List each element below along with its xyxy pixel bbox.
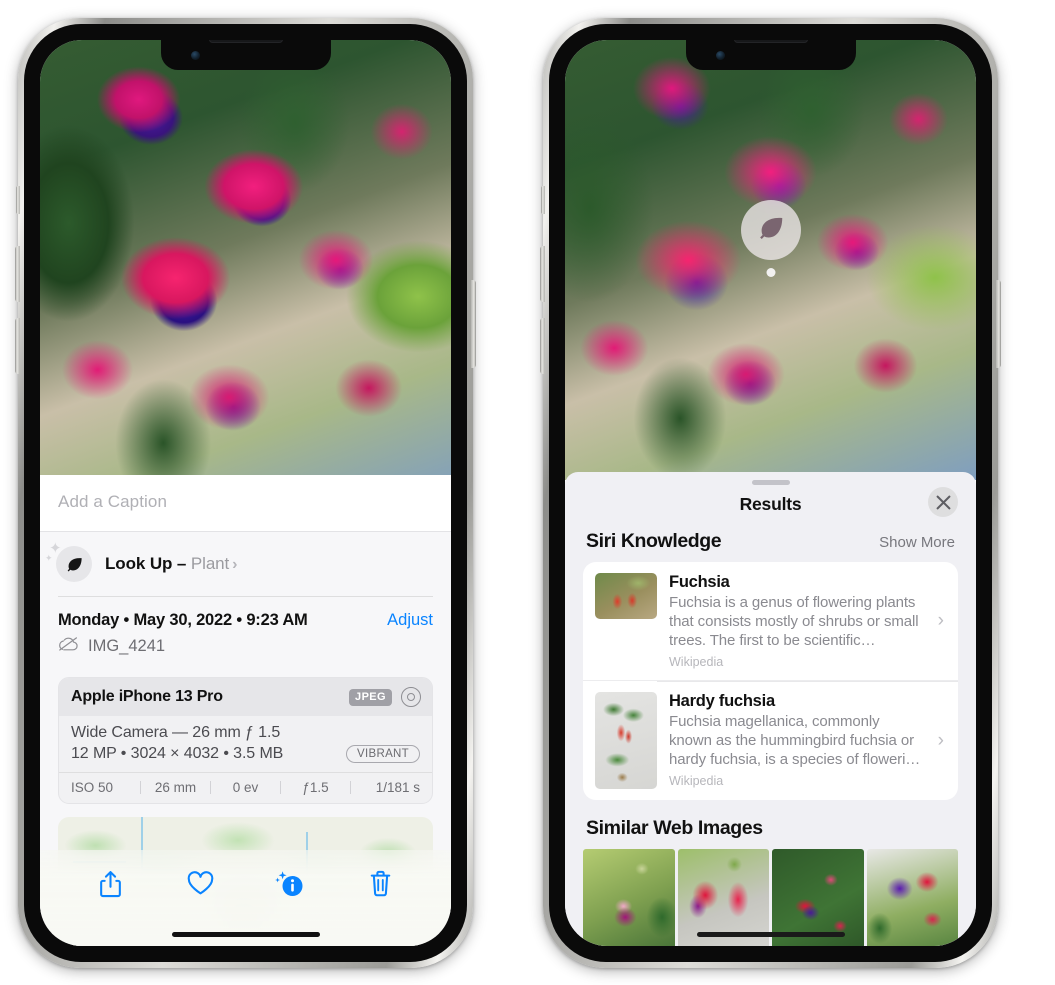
volume-down-button-right[interactable] [540, 318, 545, 374]
format-badge: JPEG [349, 688, 392, 706]
knowledge-thumbnail [595, 573, 657, 619]
raw-circle-icon [401, 687, 421, 707]
exif-card[interactable]: Apple iPhone 13 Pro JPEG Wide Camera — 2… [58, 677, 433, 804]
volume-up-button-right[interactable] [540, 246, 545, 302]
look-up-icon-wrap: ✦ ✦ [45, 541, 92, 582]
knowledge-item-source: Wikipedia [669, 774, 724, 789]
power-button-right[interactable] [996, 280, 1001, 368]
exif-stat-shutter: 1/181 s [375, 780, 420, 795]
resolution-info: 12 MP • 3024 × 4032 • 3.5 MB [71, 745, 284, 762]
delete-button[interactable] [360, 866, 400, 906]
visual-look-up-badge[interactable] [740, 200, 801, 260]
exif-stat-aperture: ƒ1.5 [302, 780, 329, 795]
camera-device-name: Apple iPhone 13 Pro [71, 688, 223, 705]
volume-up-button-left[interactable] [15, 246, 20, 302]
siri-knowledge-card: Fuchsia Fuchsia is a genus of flowering … [583, 562, 958, 801]
notch-left [160, 40, 331, 70]
mute-switch-left[interactable] [16, 186, 20, 214]
info-button[interactable] [270, 866, 310, 906]
knowledge-item-fuchsia[interactable]: Fuchsia Fuchsia is a genus of flowering … [583, 562, 958, 680]
knowledge-item-title: Hardy fuchsia [669, 692, 775, 711]
look-up-row[interactable]: ✦ ✦ Look Up – Plant › [40, 532, 451, 596]
photo-filename: IMG_4241 [88, 637, 166, 655]
chevron-right-icon: › [937, 729, 944, 751]
capture-datetime: Monday • May 30, 2022 • 9:23 AM [58, 611, 308, 629]
close-button[interactable] [928, 487, 958, 517]
web-image-1[interactable] [583, 849, 675, 946]
knowledge-item-title: Fuchsia [669, 573, 730, 591]
chevron-right-icon: › [937, 610, 944, 632]
front-camera-icon [190, 51, 200, 60]
exif-stat-iso: ISO 50 [71, 780, 114, 795]
adjust-button[interactable]: Adjust [387, 611, 433, 630]
look-up-title: Look Up [105, 554, 173, 573]
photo-view-right[interactable] [565, 40, 976, 480]
exif-stats-row: ISO 50 26 mm 0 ev ƒ1.5 1/181 s [59, 772, 432, 803]
web-image-4[interactable] [866, 849, 958, 946]
section-title-siri-knowledge: Siri Knowledge [586, 530, 722, 552]
show-more-button[interactable]: Show More [879, 534, 955, 551]
knowledge-thumbnail [595, 692, 657, 790]
knowledge-item-description: Fuchsia is a genus of flowering plants t… [669, 594, 919, 650]
sparkle-icon-small: ✦ [45, 553, 53, 563]
knowledge-item-source: Wikipedia [669, 655, 724, 670]
exif-stat-ev: 0 ev [232, 780, 259, 795]
iphone-right-visual-look-up: Results Siri Knowledge Show More Fuchsia… [540, 18, 1001, 968]
visual-look-up-anchor-dot [766, 268, 775, 277]
look-up-dash: – [172, 554, 191, 573]
lens-info: Wide Camera — 26 mm ƒ 1.5 [71, 724, 281, 741]
share-icon [99, 870, 122, 903]
close-icon [936, 495, 951, 510]
leaf-icon [756, 213, 786, 248]
chevron-right-icon: › [232, 556, 238, 573]
knowledge-item-hardy-fuchsia[interactable]: Hardy fuchsia Fuchsia magellanica, commo… [583, 680, 958, 800]
screen-right: Results Siri Knowledge Show More Fuchsia… [565, 40, 976, 946]
capture-info-block: Monday • May 30, 2022 • 9:23 AM Adjust I… [40, 597, 451, 667]
earpiece-speaker [733, 40, 808, 43]
look-up-label: Look Up – Plant › [105, 554, 237, 574]
earpiece-speaker [208, 40, 283, 43]
volume-down-button-left[interactable] [15, 318, 20, 374]
iphone-left-photos-info: Add a Caption ✦ ✦ Look Up – Plant › Mond… [15, 18, 476, 968]
photo-view[interactable] [40, 40, 451, 498]
section-title-similar-web-images: Similar Web Images [586, 817, 763, 840]
exif-stat-focal: 26 mm [154, 780, 197, 795]
caption-field-row[interactable]: Add a Caption [40, 475, 451, 532]
leaf-icon [56, 546, 92, 582]
siri-knowledge-header: Siri Knowledge Show More [565, 530, 976, 562]
favorite-button[interactable] [181, 866, 221, 906]
results-header: Results [565, 485, 976, 530]
row-divider [657, 681, 958, 683]
info-sparkle-icon [274, 869, 306, 904]
trash-icon [369, 870, 392, 902]
look-up-subject: Plant [190, 554, 230, 573]
exif-header: Apple iPhone 13 Pro JPEG [59, 678, 432, 716]
notch-right [685, 40, 856, 70]
photo-style-badge: VIBRANT [346, 745, 420, 763]
photo-info-sheet: Add a Caption ✦ ✦ Look Up – Plant › Mond… [40, 475, 451, 946]
heart-icon [187, 871, 214, 901]
screenshot-canvas: Add a Caption ✦ ✦ Look Up – Plant › Mond… [0, 0, 1055, 985]
screen-left: Add a Caption ✦ ✦ Look Up – Plant › Mond… [40, 40, 451, 946]
knowledge-item-description: Fuchsia magellanica, commonly known as t… [669, 713, 921, 769]
share-button[interactable] [91, 866, 131, 906]
results-title: Results [739, 494, 802, 514]
exif-body: Wide Camera — 26 mm ƒ 1.5 12 MP • 3024 ×… [59, 716, 432, 772]
home-indicator-right[interactable] [696, 932, 845, 937]
home-indicator-left[interactable] [171, 932, 320, 937]
front-camera-icon [715, 51, 725, 60]
mute-switch-right[interactable] [541, 186, 545, 214]
caption-input[interactable]: Add a Caption [58, 492, 433, 512]
icloud-slash-icon [58, 636, 79, 657]
results-sheet: Results Siri Knowledge Show More Fuchsia… [565, 472, 976, 946]
power-button-left[interactable] [471, 280, 476, 368]
